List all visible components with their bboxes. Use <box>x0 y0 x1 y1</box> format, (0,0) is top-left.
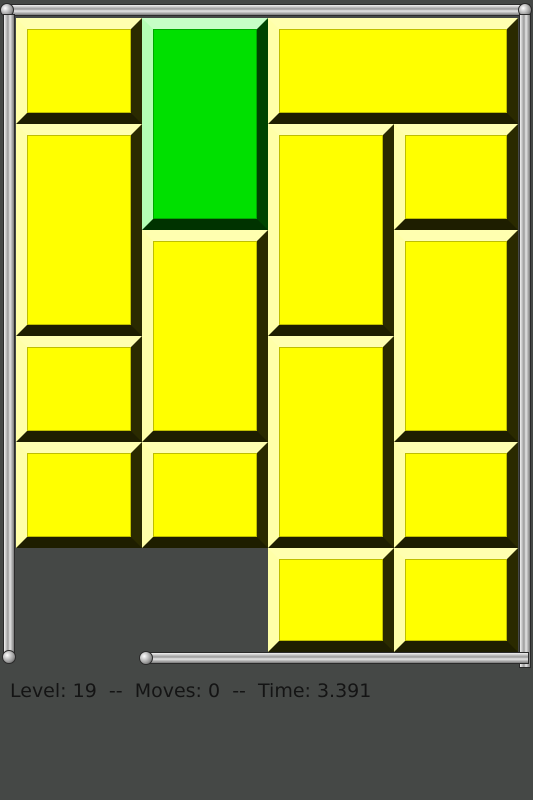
moves-value: 0 <box>208 680 221 702</box>
moves-label: Moves: <box>134 680 202 702</box>
bottom-wall-end-cap <box>139 651 153 665</box>
block-g[interactable] <box>394 230 518 442</box>
game-board <box>0 0 533 670</box>
top-wall <box>4 4 530 16</box>
block-c[interactable] <box>16 124 142 336</box>
level-label: Level: <box>10 680 67 702</box>
block-j[interactable] <box>16 442 142 548</box>
time-label: Time: <box>258 680 311 702</box>
block-a[interactable] <box>16 18 142 124</box>
status-bar: Level: 19 -- Moves: 0 -- Time: 3.391 <box>10 680 371 702</box>
left-wall <box>3 14 15 656</box>
block-i[interactable] <box>268 336 394 548</box>
block-e[interactable] <box>394 124 518 230</box>
separator: -- <box>232 680 246 702</box>
right-wall <box>519 14 531 668</box>
separator: -- <box>108 680 123 702</box>
block-l[interactable] <box>394 442 518 548</box>
left-wall-end-cap <box>2 650 16 664</box>
block-green[interactable] <box>142 18 268 230</box>
level-value: 19 <box>72 680 97 702</box>
block-k[interactable] <box>142 442 268 548</box>
block-n[interactable] <box>394 548 518 652</box>
time-value: 3.391 <box>316 680 372 702</box>
block-m[interactable] <box>268 548 394 652</box>
block-f[interactable] <box>142 230 268 442</box>
block-h[interactable] <box>16 336 142 442</box>
bottom-wall <box>143 652 529 664</box>
block-b[interactable] <box>268 18 518 124</box>
block-d[interactable] <box>268 124 394 336</box>
